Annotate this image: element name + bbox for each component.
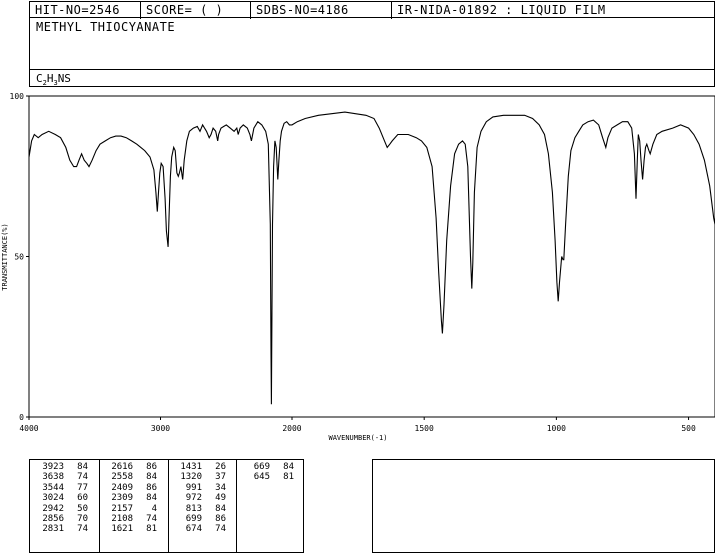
ir-spectrum-chart: 0 50 100 4000 3000 2000 1500 1000 500 TRANSMITT… <box>1 92 715 442</box>
peak-row: 1320 37 <box>172 472 226 482</box>
peak-wavenumber: 645 <box>253 472 270 483</box>
peak-row: 1621 81 <box>103 524 157 534</box>
peak-wavenumber: 991 <box>185 482 202 493</box>
peak-row: 2409 86 <box>103 483 157 493</box>
peak-transmittance: 4 <box>151 503 157 514</box>
x-tick-label: 1500 <box>415 424 434 433</box>
peak-column: 669 84 645 81 <box>240 462 294 483</box>
peak-transmittance: 34 <box>215 482 226 493</box>
peak-row: 1431 26 <box>172 462 226 472</box>
peak-row: 2942 50 <box>34 504 88 514</box>
peak-row: 3024 60 <box>34 493 88 503</box>
x-tick-label: 500 <box>681 424 696 433</box>
peak-transmittance: 60 <box>77 493 88 504</box>
peak-row: 972 49 <box>172 493 226 503</box>
peak-transmittance: 84 <box>215 503 226 514</box>
x-tick-label: 3000 <box>151 424 170 433</box>
peak-row: 669 84 <box>240 462 294 472</box>
peak-wavenumber: 3638 <box>42 472 64 483</box>
peak-row: 3923 84 <box>34 462 88 472</box>
peak-column: 3923 84 3638 74 3544 77 3024 60 2942 50 2856 70 2831… <box>34 462 88 535</box>
peak-transmittance: 81 <box>146 524 157 535</box>
y-axis-label: TRANSMITTANCE(%) <box>1 223 9 290</box>
peak-transmittance: 84 <box>77 462 88 472</box>
peak-transmittance: 74 <box>77 472 88 483</box>
peak-row: 3638 74 <box>34 472 88 482</box>
peak-row: 674 74 <box>172 524 226 534</box>
spectrum-line <box>28 111 715 405</box>
peak-transmittance: 86 <box>146 462 157 472</box>
peak-wavenumber: 669 <box>253 462 270 472</box>
peak-row: 2309 84 <box>103 493 157 503</box>
peak-wavenumber: 1320 <box>180 472 202 483</box>
peak-wavenumber: 3544 <box>42 482 64 493</box>
x-tick-label: 2000 <box>282 424 301 433</box>
plot-frame <box>28 95 715 418</box>
peak-wavenumber: 2558 <box>111 472 133 483</box>
y-tick-label: 100 <box>10 92 25 101</box>
peak-wavenumber: 2309 <box>111 493 133 504</box>
peak-row: 813 84 <box>172 504 226 514</box>
peak-row: 645 81 <box>240 472 294 482</box>
peak-wavenumber: 1431 <box>180 462 202 472</box>
peak-col-divider-1 <box>99 460 100 552</box>
peak-wavenumber: 2942 <box>42 503 64 514</box>
peak-wavenumber: 3024 <box>42 493 64 504</box>
peak-row: 699 86 <box>172 514 226 524</box>
peak-wavenumber: 3923 <box>42 462 64 472</box>
peak-transmittance: 86 <box>215 514 226 525</box>
peak-row: 2616 86 <box>103 462 157 472</box>
peak-transmittance: 50 <box>77 503 88 514</box>
peak-column: 2616 86 2558 84 2409 86 2309 84 2157 4 2108 74 1621 8… <box>103 462 157 535</box>
y-tick-label: 0 <box>19 413 24 422</box>
comment-box <box>372 459 715 553</box>
peak-wavenumber: 2157 <box>111 503 133 514</box>
peak-wavenumber: 699 <box>185 514 202 525</box>
peak-row: 2558 84 <box>103 472 157 482</box>
peak-wavenumber: 2831 <box>42 524 64 535</box>
peak-table: 3923 84 3638 74 3544 77 3024 60 2942 50 2856 70 2831… <box>29 459 304 553</box>
x-axis-label: WAVENUMBER(-1) <box>328 434 387 442</box>
peak-row: 991 34 <box>172 483 226 493</box>
x-tick-label: 1000 <box>547 424 566 433</box>
x-tick-label: 4000 <box>19 424 38 433</box>
peak-wavenumber: 674 <box>185 524 202 535</box>
peak-wavenumber: 2409 <box>111 482 133 493</box>
peak-row: 3544 77 <box>34 483 88 493</box>
peak-transmittance: 37 <box>215 472 226 483</box>
peak-transmittance: 26 <box>215 462 226 472</box>
peak-transmittance: 84 <box>146 472 157 483</box>
peak-wavenumber: 813 <box>185 503 202 514</box>
peak-wavenumber: 972 <box>185 493 202 504</box>
peak-col-divider-2 <box>168 460 169 552</box>
peak-row: 2856 70 <box>34 514 88 524</box>
peak-row: 2108 74 <box>103 514 157 524</box>
peak-row: 2157 4 <box>103 504 157 514</box>
peak-transmittance: 84 <box>146 493 157 504</box>
peak-wavenumber: 2856 <box>42 514 64 525</box>
peak-column: 1431 26 1320 37 991 34 972 49 813 84 699 86 674 74 <box>172 462 226 535</box>
peak-wavenumber: 2108 <box>111 514 133 525</box>
peak-transmittance: 77 <box>77 482 88 493</box>
peak-transmittance: 74 <box>146 514 157 525</box>
peak-row: 2831 74 <box>34 524 88 534</box>
peak-transmittance: 81 <box>283 472 294 483</box>
peak-transmittance: 74 <box>215 524 226 535</box>
peak-wavenumber: 1621 <box>111 524 133 535</box>
peak-transmittance: 86 <box>146 482 157 493</box>
peak-transmittance: 49 <box>215 493 226 504</box>
peak-col-divider-3 <box>236 460 237 552</box>
peak-wavenumber: 2616 <box>111 462 133 472</box>
peak-transmittance: 84 <box>283 462 294 472</box>
peak-transmittance: 70 <box>77 514 88 525</box>
y-tick-label: 50 <box>14 253 24 262</box>
peak-transmittance: 74 <box>77 524 88 535</box>
